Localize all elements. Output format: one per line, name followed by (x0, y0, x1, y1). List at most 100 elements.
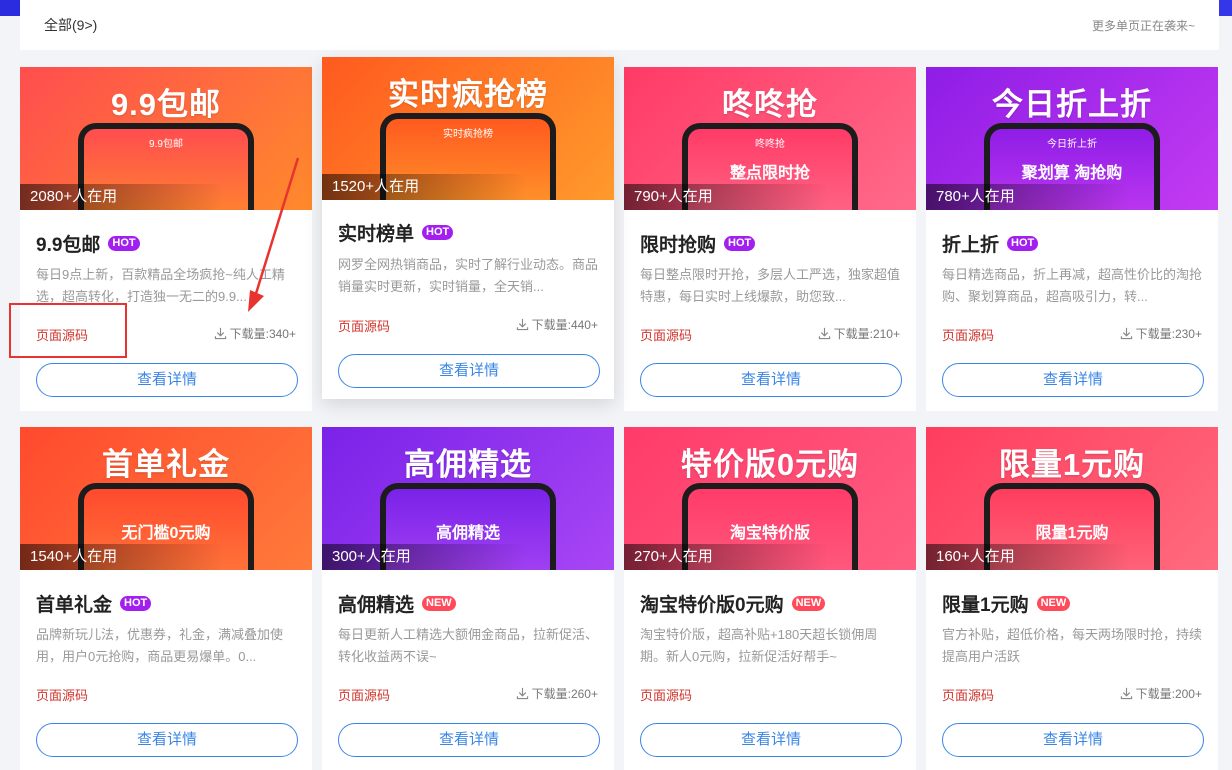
page-source-link[interactable]: 页面源码 (942, 325, 994, 344)
view-detail-button[interactable]: 查看详情 (640, 363, 902, 397)
card-title: 实时榜单 (338, 224, 415, 245)
card-title-row: 限时抢购 HOT (640, 230, 756, 257)
card-title-row: 高佣精选 NEW (338, 590, 456, 617)
card-tag-badge: HOT (108, 236, 140, 251)
phone-screen-promo: 淘宝特价版 (729, 525, 810, 542)
card-description: 网罗全网热销商品，实时了解行业动态。商品销量实时更新，实时销量，全天销... (338, 257, 598, 294)
page-source-link[interactable]: 页面源码 (942, 685, 994, 704)
phone-screen-label: 咚咚抢 (755, 139, 785, 150)
download-icon (214, 327, 226, 340)
download-icon (1120, 687, 1132, 700)
card-tag-badge: NEW (791, 596, 826, 611)
download-icon (1120, 327, 1132, 340)
card-title: 淘宝特价版0元购 (640, 595, 784, 616)
view-detail-button[interactable]: 查看详情 (338, 723, 600, 757)
card-tag-badge: HOT (422, 225, 454, 240)
users-count-badge: 300+人在用 (322, 544, 527, 570)
banner-title: 今日折上折 (992, 87, 1152, 122)
card-banner: 首单礼金 无门槛0元购 1540+人在用 (20, 427, 312, 570)
card-tag-badge: HOT (724, 236, 756, 251)
view-detail-button[interactable]: 查看详情 (942, 723, 1204, 757)
users-count-badge: 1540+人在用 (20, 544, 225, 570)
card-banner: 高佣精选 高佣精选 300+人在用 (322, 427, 614, 570)
card-description: 品牌新玩儿法，优惠券，礼金，满减叠加使用，用户0元抢购，商品更易爆单。0... (36, 627, 284, 664)
page-card[interactable]: 限量1元购 限量1元购 160+人在用 限量1元购 NEW 官方补贴，超低价格，… (926, 427, 1218, 770)
page-card[interactable]: 咚咚抢 咚咚抢 整点限时抢 790+人在用 限时抢购 HOT 每日整点限时开抢，… (624, 67, 916, 411)
page-source-link[interactable]: 页面源码 (338, 685, 390, 704)
phone-screen-label: 9.9包邮 (149, 139, 183, 150)
card-banner: 咚咚抢 咚咚抢 整点限时抢 790+人在用 (624, 67, 916, 210)
download-count-text: 下载量:230+ (1135, 327, 1202, 341)
banner-title: 实时疯抢榜 (388, 77, 548, 112)
download-icon (818, 327, 830, 340)
users-count-badge: 270+人在用 (624, 544, 829, 570)
category-all-filter[interactable]: 全部(9>) (44, 15, 97, 35)
view-detail-button[interactable]: 查看详情 (36, 363, 298, 397)
card-title-row: 实时榜单 HOT (338, 219, 454, 246)
banner-title: 限量1元购 (998, 447, 1146, 482)
page-source-link[interactable]: 页面源码 (36, 685, 88, 704)
phone-screen-promo: 无门槛0元购 (121, 525, 211, 542)
card-title: 折上折 (942, 235, 1000, 256)
page-card[interactable]: 今日折上折 今日折上折 聚划算 淘抢购 780+人在用 折上折 HOT 每日精选… (926, 67, 1218, 411)
page-source-link[interactable]: 页面源码 (640, 685, 692, 704)
card-description: 每日整点限时开抢，多层人工严选，独家超值特惠，每日实时上线爆款，助您致... (640, 267, 900, 304)
users-count-badge: 160+人在用 (926, 544, 1131, 570)
download-icon (516, 318, 528, 331)
download-count: 下载量:230+ (1120, 325, 1202, 342)
card-description: 每日更新人工精选大额佣金商品，拉新促活、转化收益两不误~ (338, 627, 598, 664)
filter-header: 全部(9>) 更多单页正在袭来~ (20, 0, 1219, 50)
download-count: 下载量:210+ (818, 325, 900, 342)
card-banner: 今日折上折 今日折上折 聚划算 淘抢购 780+人在用 (926, 67, 1218, 210)
card-title: 限量1元购 (942, 595, 1029, 616)
users-count-badge: 790+人在用 (624, 184, 829, 210)
card-description: 淘宝特价版，超高补贴+180天超长锁佣周期。新人0元购，拉新促活好帮手~ (640, 627, 878, 664)
page-card[interactable]: 首单礼金 无门槛0元购 1540+人在用 首单礼金 HOT 品牌新玩儿法，优惠券… (20, 427, 312, 770)
view-detail-button[interactable]: 查看详情 (640, 723, 902, 757)
download-count-text: 下载量:200+ (1135, 687, 1202, 701)
banner-title: 9.9包邮 (110, 87, 222, 122)
download-count-text: 下载量:210+ (833, 327, 900, 341)
card-title: 首单礼金 (36, 595, 113, 616)
phone-screen-promo: 高佣精选 (435, 525, 500, 542)
view-detail-button[interactable]: 查看详情 (36, 723, 298, 757)
card-title: 9.9包邮 (36, 235, 101, 256)
banner-title: 特价版0元购 (680, 447, 860, 482)
phone-screen-label: 今日折上折 (1047, 139, 1097, 150)
annotation-highlight-box (9, 303, 127, 358)
card-banner: 特价版0元购 淘宝特价版 270+人在用 (624, 427, 916, 570)
download-count: 下载量:200+ (1120, 685, 1202, 702)
card-tag-badge: NEW (422, 596, 456, 611)
page-card[interactable]: 实时疯抢榜 实时疯抢榜 1520+人在用 实时榜单 HOT 网罗全网热销商品，实… (322, 57, 614, 399)
card-banner: 限量1元购 限量1元购 160+人在用 (926, 427, 1218, 570)
card-banner: 实时疯抢榜 实时疯抢榜 1520+人在用 (322, 57, 614, 200)
page-card[interactable]: 特价版0元购 淘宝特价版 270+人在用 淘宝特价版0元购 NEW 淘宝特价版，… (624, 427, 916, 770)
card-title-row: 限量1元购 NEW (942, 590, 1071, 617)
annotation-arrow-icon (248, 157, 300, 312)
download-count-text: 下载量:340+ (229, 327, 296, 341)
phone-screen-promo: 聚划算 淘抢购 (1021, 165, 1123, 182)
phone-screen-promo: 限量1元购 (1035, 525, 1109, 542)
users-count-badge: 1520+人在用 (322, 174, 527, 200)
card-description: 官方补贴，超低价格，每天两场限时抢，持续提高用户活跃 (942, 627, 1202, 664)
download-count-text: 下载量:440+ (531, 318, 598, 332)
card-title: 限时抢购 (640, 235, 717, 256)
card-tag-badge: HOT (120, 596, 152, 611)
card-tag-badge: NEW (1036, 596, 1071, 611)
download-count: 下载量:260+ (516, 685, 598, 702)
page-card[interactable]: 高佣精选 高佣精选 300+人在用 高佣精选 NEW 每日更新人工精选大额佣金商… (322, 427, 614, 770)
card-title: 高佣精选 (338, 595, 415, 616)
view-detail-button[interactable]: 查看详情 (942, 363, 1204, 397)
page-source-link[interactable]: 页面源码 (338, 316, 390, 335)
users-count-badge: 2080+人在用 (20, 184, 225, 210)
phone-screen-promo: 整点限时抢 (729, 165, 810, 182)
phone-screen-label: 实时疯抢榜 (443, 129, 493, 140)
banner-title: 高佣精选 (404, 447, 532, 482)
card-tag-badge: HOT (1007, 236, 1039, 251)
users-count-badge: 780+人在用 (926, 184, 1131, 210)
banner-title: 首单礼金 (102, 447, 230, 482)
download-count-text: 下载量:260+ (531, 687, 598, 701)
banner-title: 咚咚抢 (722, 87, 818, 122)
page-source-link[interactable]: 页面源码 (640, 325, 692, 344)
view-detail-button[interactable]: 查看详情 (338, 354, 600, 388)
